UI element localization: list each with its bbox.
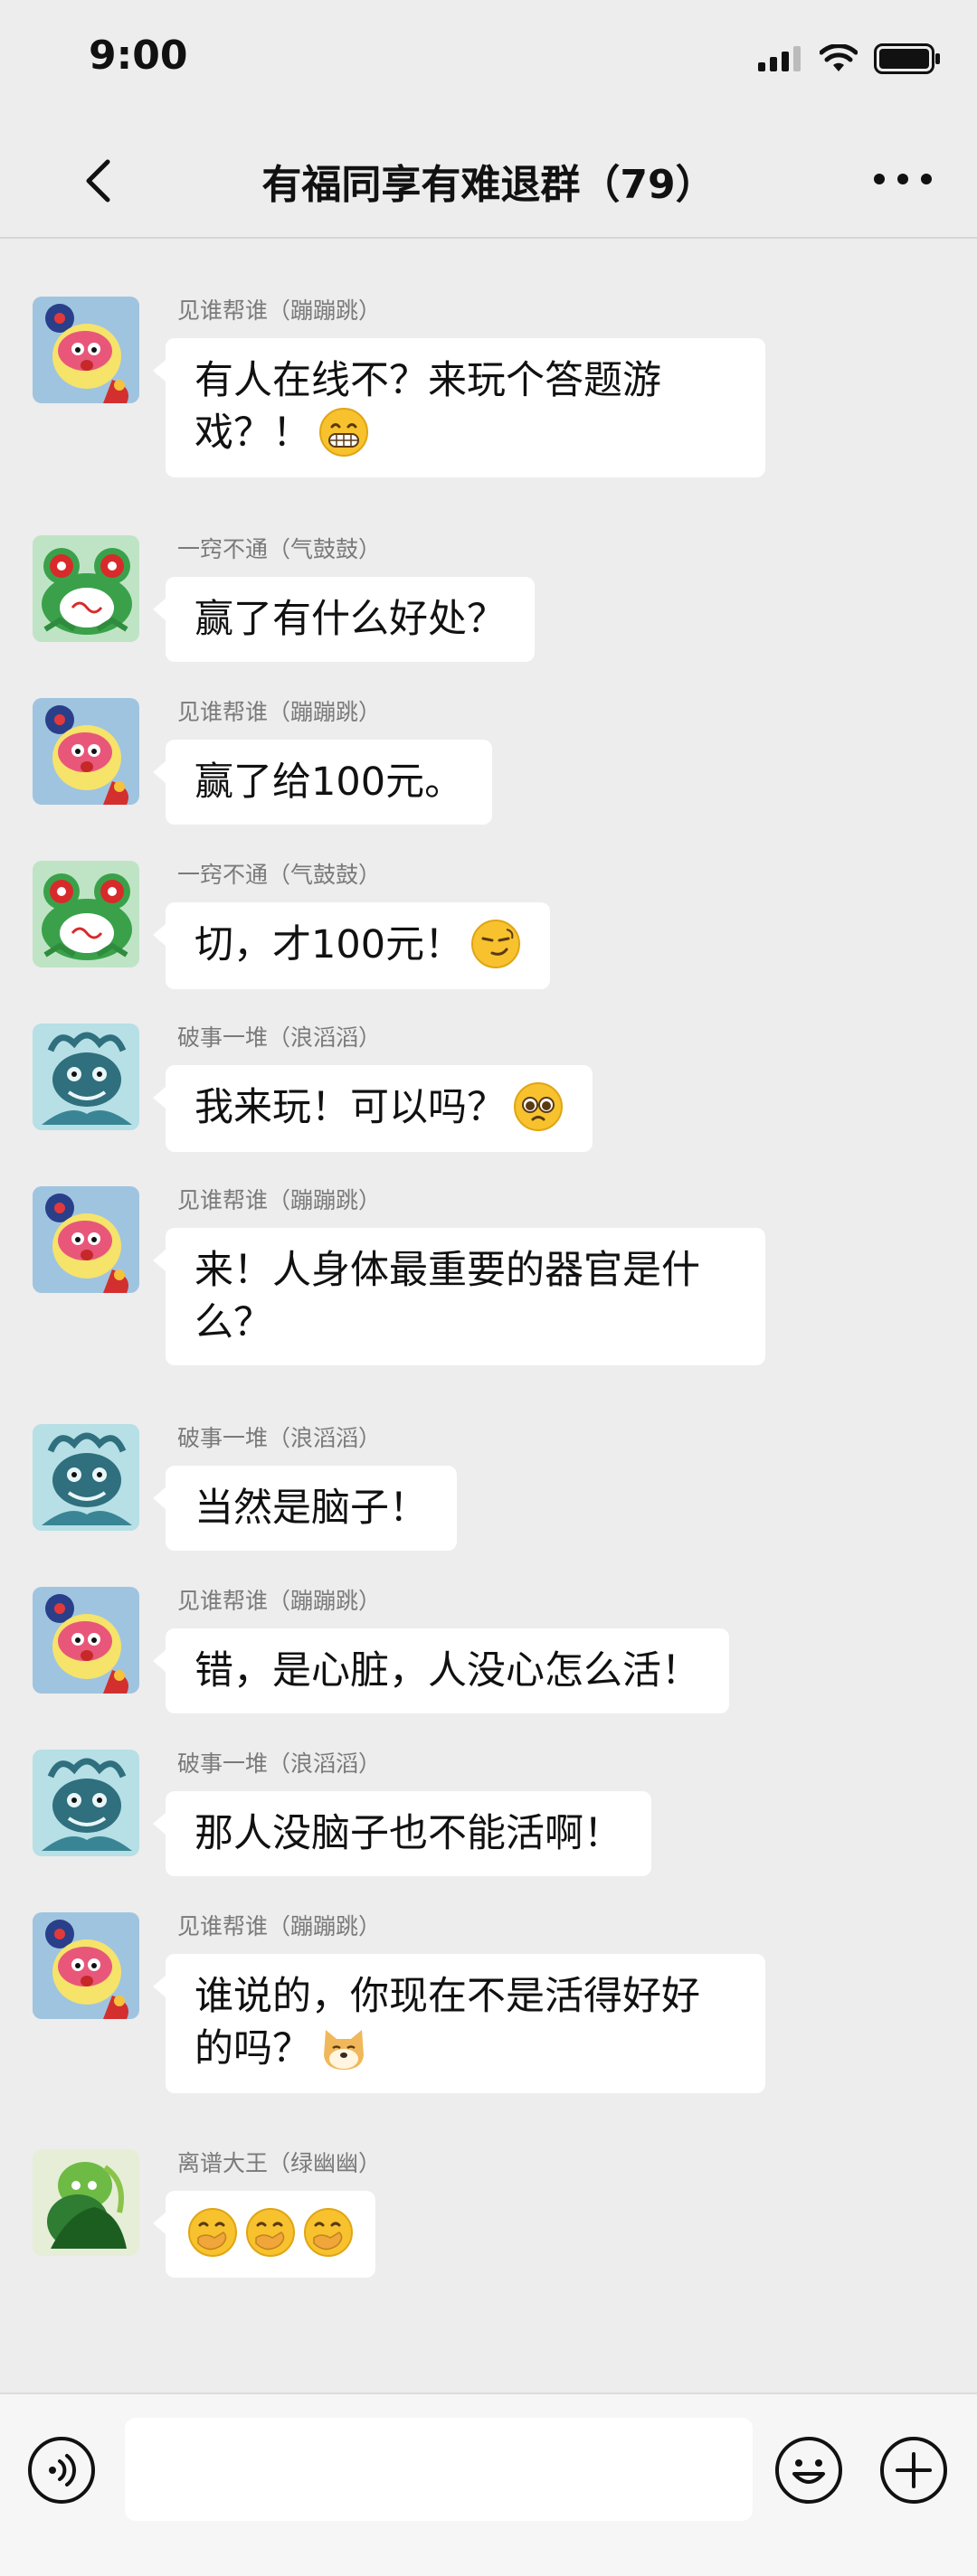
message-bubble[interactable]: 赢了有什么好处？ [153, 577, 535, 662]
avatar[interactable] [33, 1587, 139, 1694]
message-bubble[interactable]: 有人在线不？来玩个答题游戏？！ [153, 338, 765, 477]
message-bubble[interactable]: 来！人身体最重要的器官是什么？ [153, 1228, 765, 1365]
message-text: 我来玩！可以吗？ [194, 1085, 506, 1130]
message-bubble[interactable]: 谁说的，你现在不是活得好好的吗？ [153, 1954, 765, 2093]
message-text: 赢了有什么好处？ [194, 597, 506, 642]
message-text: 那人没脑子也不能活啊！ [194, 1811, 622, 1856]
hand-over-mouth-emoji [187, 2207, 238, 2258]
smirk-emoji [470, 919, 521, 969]
avatar[interactable] [33, 2149, 139, 2256]
chat-header: 有福同享有难退群（79） [0, 127, 977, 239]
avatar[interactable] [33, 1186, 139, 1293]
message-text: 赢了给100元。 [194, 760, 464, 805]
more-icon [874, 174, 885, 184]
sender-name: 离谱大王（绿幽幽） [177, 2150, 382, 2176]
message-bubble[interactable]: 我来玩！可以吗？ [153, 1065, 593, 1152]
sender-name: 见谁帮谁（蹦蹦跳） [177, 699, 382, 725]
message-bubble[interactable]: 赢了给100元。 [152, 740, 493, 825]
avatar[interactable] [33, 297, 139, 403]
status-time: 9:00 [89, 33, 188, 79]
back-chevron-icon [86, 159, 110, 203]
signal-icon [758, 46, 801, 71]
sender-name: 见谁帮谁（蹦蹦跳） [177, 1913, 382, 1939]
doge-emoji [318, 2023, 369, 2073]
emoji-button[interactable] [774, 2436, 843, 2505]
message-bubble[interactable]: 切，才100元！ [152, 902, 551, 989]
message-bubble[interactable]: 当然是脑子！ [153, 1466, 457, 1551]
chat-title: 有福同享有难退群（79） [261, 162, 716, 208]
voice-button[interactable] [27, 2436, 96, 2505]
back-button[interactable] [71, 154, 125, 208]
avatar[interactable] [33, 1424, 139, 1531]
message-input[interactable] [125, 2418, 753, 2521]
message-text: 当然是脑子！ [194, 1486, 428, 1531]
hand-over-mouth-emoji [245, 2207, 296, 2258]
more-actions-button[interactable] [879, 2436, 948, 2505]
wifi-icon [820, 44, 858, 71]
message-bubble[interactable]: 错，是心脏，人没心怎么活！ [153, 1628, 729, 1713]
sender-name: 一窍不通（气鼓鼓） [177, 536, 382, 562]
sender-name: 见谁帮谁（蹦蹦跳） [177, 297, 382, 324]
more-button[interactable] [874, 174, 932, 184]
input-bar [0, 2392, 977, 2576]
status-bar: 9:00 [0, 0, 977, 127]
avatar[interactable] [33, 698, 139, 805]
more-icon-dot [897, 174, 908, 184]
message-text: 切，才100元！ [194, 922, 464, 967]
plus-icon [880, 2437, 947, 2504]
hand-over-mouth-emoji [303, 2207, 354, 2258]
sender-name: 破事一堆（浪滔滔） [177, 1750, 382, 1777]
voice-icon [28, 2437, 95, 2504]
message-text: 来！人身体最重要的器官是什么？ [194, 1248, 700, 1345]
sender-name: 见谁帮谁（蹦蹦跳） [177, 1588, 382, 1614]
message-text: 有人在线不？来玩个答题游戏？！ [194, 358, 661, 456]
avatar[interactable] [33, 535, 139, 642]
battery-icon [874, 43, 940, 74]
message-bubble[interactable]: 那人没脑子也不能活啊！ [153, 1791, 651, 1876]
message-text: 谁说的，你现在不是活得好好的吗？ [194, 1974, 700, 2071]
sender-name: 破事一堆（浪滔滔） [177, 1425, 382, 1451]
avatar[interactable] [33, 1750, 139, 1856]
pleading-emoji [513, 1081, 564, 1132]
sender-name: 见谁帮谁（蹦蹦跳） [177, 1187, 382, 1213]
sender-name: 破事一堆（浪滔滔） [177, 1024, 382, 1051]
more-icon-dot [921, 174, 932, 184]
message-text: 错，是心脏，人没心怎么活！ [194, 1648, 700, 1694]
status-icons [758, 43, 941, 74]
emoji-icon [775, 2437, 842, 2504]
avatar[interactable] [33, 861, 139, 967]
avatar[interactable] [33, 1912, 139, 2019]
grin-emoji [318, 407, 369, 458]
message-bubble[interactable] [153, 2191, 375, 2278]
sender-name: 一窍不通（气鼓鼓） [177, 862, 382, 888]
avatar[interactable] [33, 1024, 139, 1130]
